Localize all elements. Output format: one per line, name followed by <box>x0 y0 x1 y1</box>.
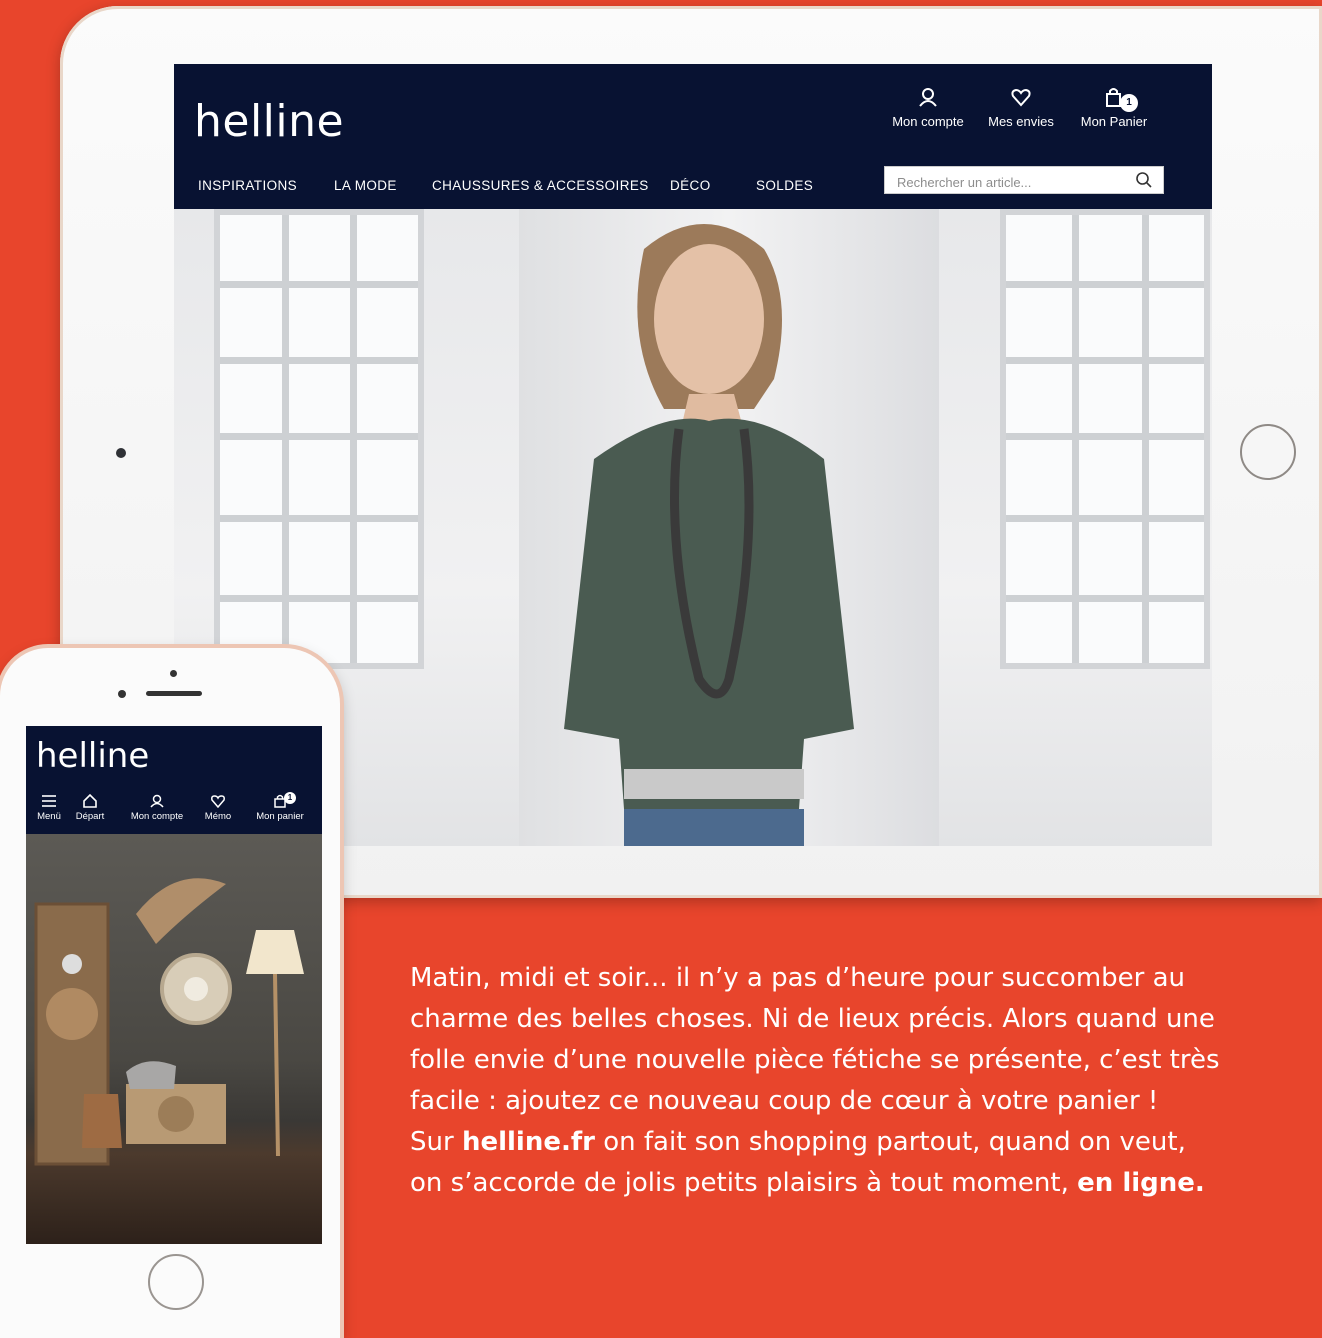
tablet-home-button[interactable] <box>1240 424 1296 480</box>
phone-tab-cart[interactable]: 1 Mon panier <box>248 792 312 822</box>
phone-camera <box>170 670 177 677</box>
heart-icon <box>1011 88 1031 107</box>
wishlist-label: Mes envies <box>988 114 1054 129</box>
account-link[interactable]: Mon compte <box>878 86 978 129</box>
room-image[interactable] <box>26 834 322 1244</box>
window-right <box>1000 209 1210 669</box>
model-figure <box>564 224 854 846</box>
nav-item-soldes[interactable]: SOLDES <box>756 178 813 193</box>
phone-tab-home-label: Départ <box>75 811 105 822</box>
account-label: Mon compte <box>892 114 964 129</box>
phone-home-button[interactable] <box>148 1254 204 1310</box>
phone-tab-menu-label: Menü <box>37 811 61 822</box>
copy-line-4: facile : ajoutez ce nouveau coup de cœur… <box>410 1086 1159 1116</box>
phone-tab-menu[interactable]: Menü <box>32 794 66 822</box>
search-box <box>884 166 1164 194</box>
phone-tab-memo[interactable]: Mémo <box>198 794 238 822</box>
nav-item-deco[interactable]: DÉCO <box>670 178 711 193</box>
phone-tab-account-label: Mon compte <box>130 811 184 822</box>
phone-screen: helline Menü Départ Mon compte Mémo 1 Mo… <box>26 726 322 1244</box>
heart-icon <box>211 795 225 808</box>
window-left <box>214 209 424 669</box>
search-icon[interactable] <box>1135 171 1153 189</box>
phone-cart-badge: 1 <box>284 792 296 804</box>
phone-header: helline Menü Départ Mon compte Mémo 1 Mo… <box>26 726 322 834</box>
phone-speaker <box>146 691 202 696</box>
phone-tab-memo-label: Mémo <box>204 811 232 822</box>
nav-item-chaussures[interactable]: CHAUSSURES & ACCESSOIRES <box>432 178 649 193</box>
wishlist-link[interactable]: Mes envies <box>971 86 1071 129</box>
user-icon <box>919 88 937 107</box>
user-icon <box>150 794 164 808</box>
menu-icon <box>42 795 56 807</box>
phone-logo[interactable]: helline <box>36 736 149 776</box>
site-header: helline Mon compte Mes envies 1 Mon Pani… <box>174 64 1212 209</box>
room-decor <box>34 878 304 1166</box>
site-link[interactable]: helline.fr <box>462 1127 595 1157</box>
copy-line-5: Sur helline.fr on fait son shopping part… <box>410 1122 1310 1163</box>
phone-tab-cart-label: Mon panier <box>256 811 304 822</box>
phone-tab-home[interactable]: Départ <box>70 794 110 822</box>
copy-line-1: Matin, midi et soir... il n’y a pas d’he… <box>410 963 1186 993</box>
nav-item-inspirations[interactable]: INSPIRATIONS <box>198 178 297 193</box>
search-input[interactable] <box>895 171 1119 193</box>
copy-line-5-pre: Sur <box>410 1127 462 1157</box>
cart-badge: 1 <box>1120 94 1138 112</box>
phone-tab-account[interactable]: Mon compte <box>122 794 192 822</box>
online-emphasis: en ligne. <box>1077 1168 1205 1198</box>
site-logo[interactable]: helline <box>194 96 344 147</box>
tablet-camera <box>116 448 126 458</box>
copy-line-5-post: on fait son shopping partout, quand on v… <box>594 1127 1186 1157</box>
phone-device: helline Menü Départ Mon compte Mémo 1 Mo… <box>0 648 340 1338</box>
cart-link[interactable]: 1 Mon Panier <box>1064 86 1164 129</box>
marketing-copy: Matin, midi et soir... il n’y a pas d’he… <box>410 958 1310 1204</box>
copy-line-6: on s’accorde de jolis petits plaisirs à … <box>410 1163 1310 1204</box>
copy-line-3: folle envie d’une nouvelle pièce fétiche… <box>410 1045 1220 1075</box>
home-icon <box>83 794 97 808</box>
nav-item-la-mode[interactable]: LA MODE <box>334 178 397 193</box>
cart-label: Mon Panier <box>1080 114 1148 129</box>
copy-line-2: charme des belles choses. Ni de lieux pr… <box>410 1004 1215 1034</box>
phone-sensor <box>118 690 126 698</box>
copy-line-6-pre: on s’accorde de jolis petits plaisirs à … <box>410 1168 1078 1198</box>
